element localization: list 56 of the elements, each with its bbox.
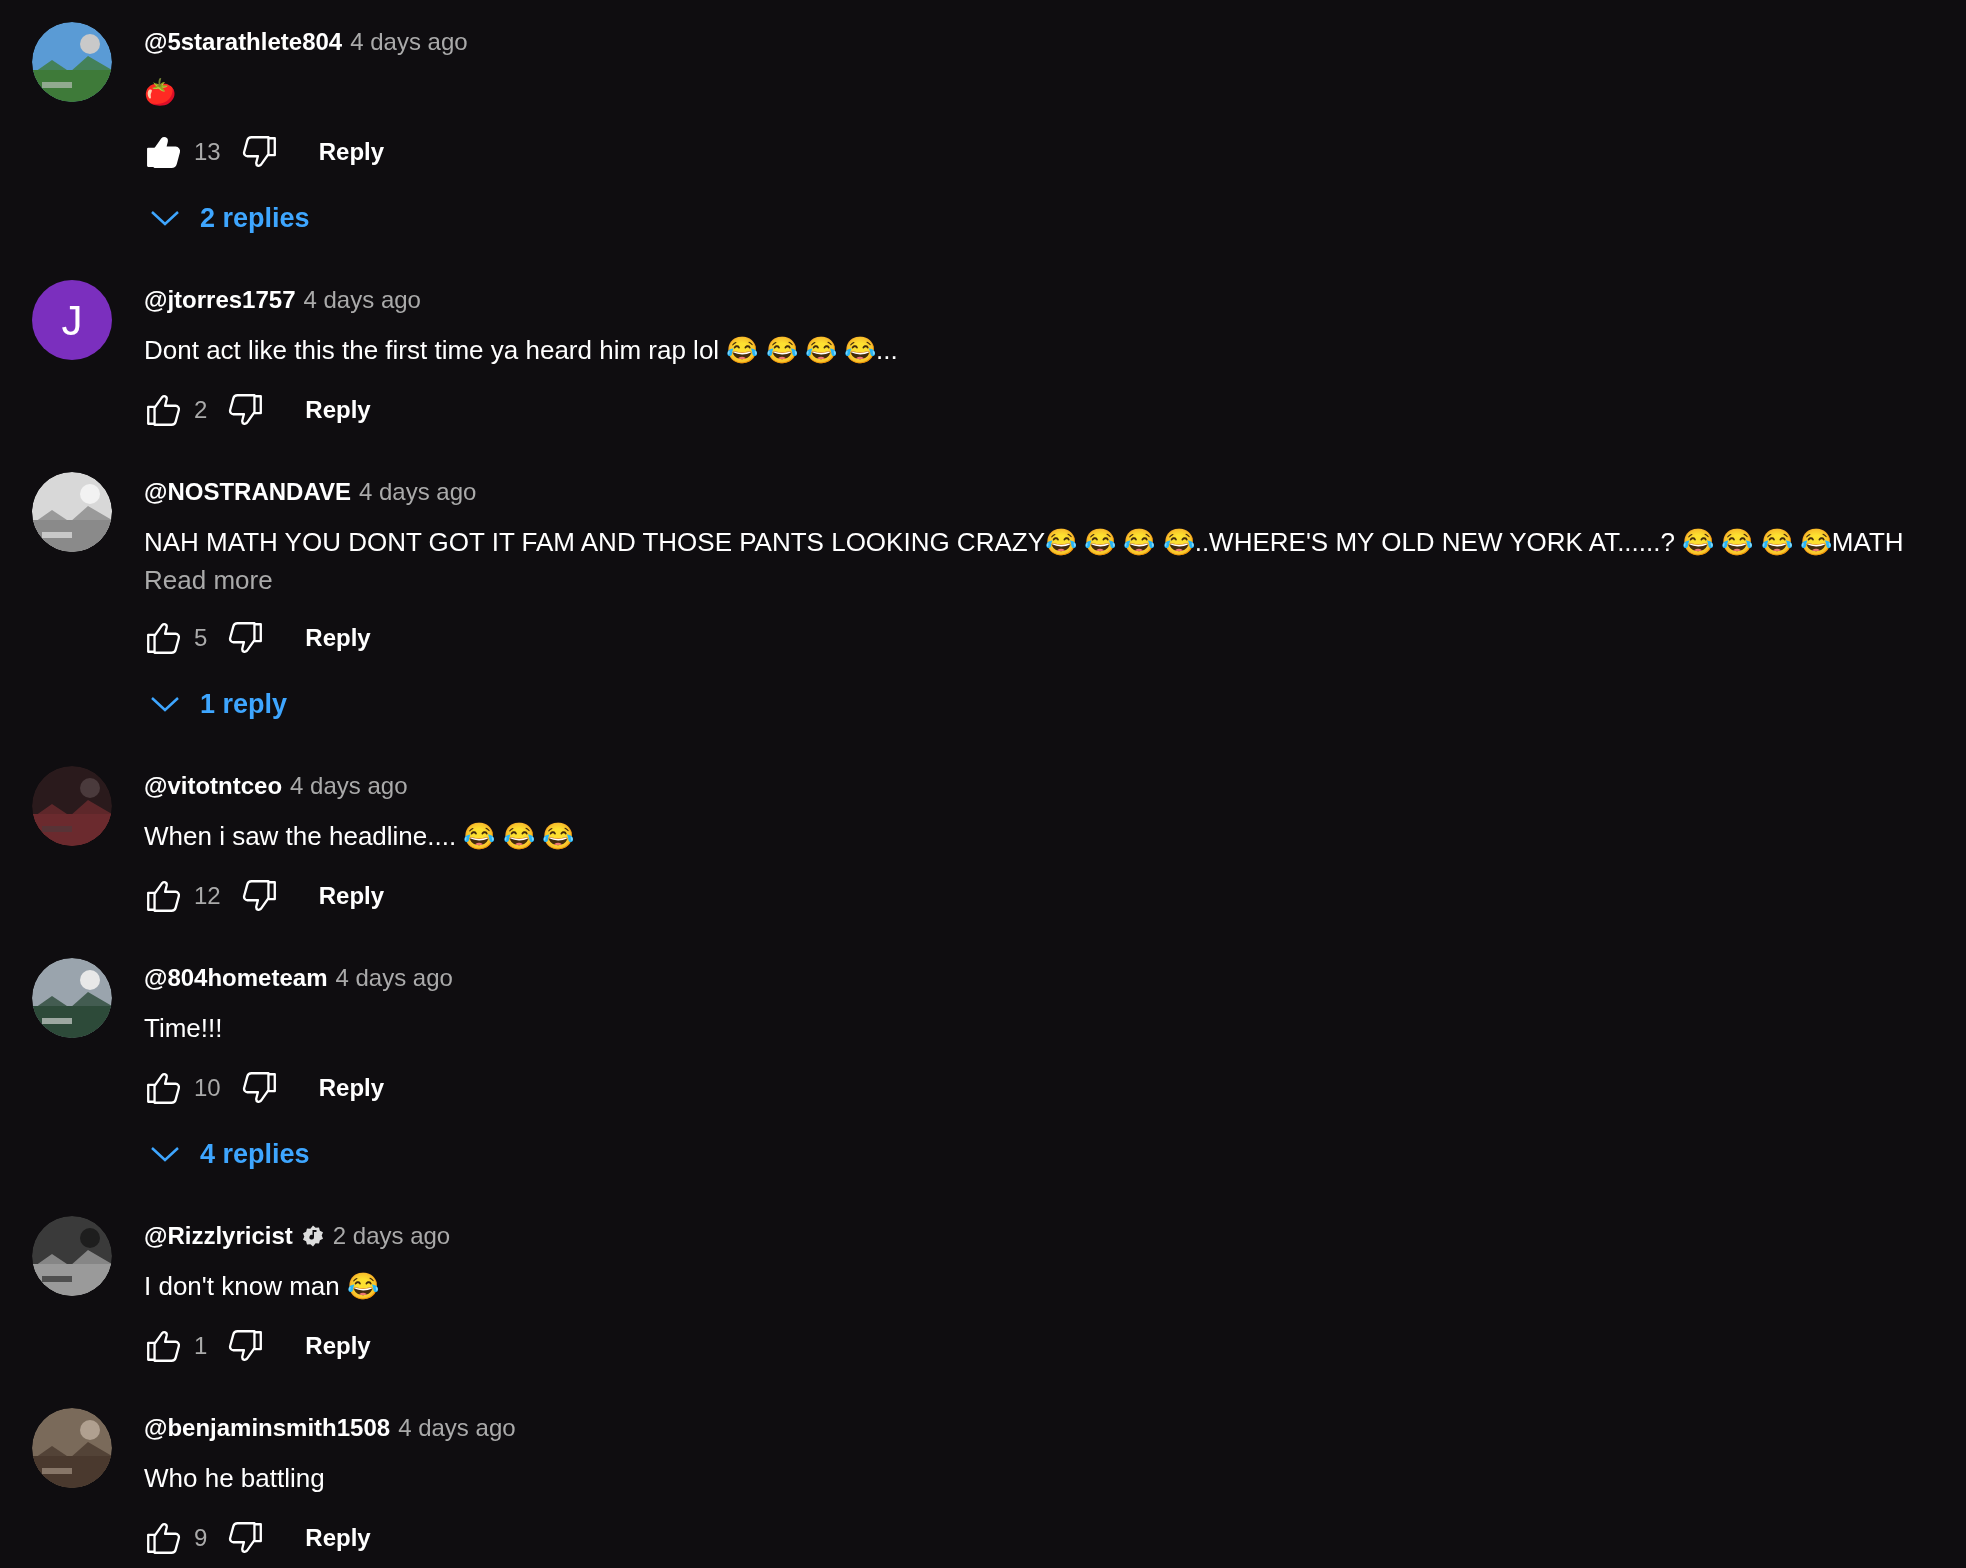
comment-author[interactable]: @vitotntceo — [144, 768, 283, 804]
comment-author[interactable]: @5starathlete804 — [144, 24, 343, 60]
comment-author[interactable]: @NOSTRANDAVE — [144, 474, 351, 510]
reply-button[interactable]: Reply — [297, 386, 379, 434]
reply-button[interactable]: Reply — [310, 128, 393, 176]
comment-text: NAH MATH YOU DONT GOT IT FAM AND THOSE PANTS LOOKING CRAZY😂 😂 😂 😂..WHERE'S MY OLD NEW YORK AT......? 😂 😂 😂 😂MATH — [144, 526, 1904, 559]
like-count: 2 — [194, 395, 208, 425]
like-icon[interactable] — [144, 878, 182, 914]
chevron-down-icon — [150, 695, 180, 713]
reply-button[interactable]: Reply — [310, 872, 393, 920]
comment-time[interactable]: 2 days ago — [332, 1218, 451, 1254]
like-icon[interactable] — [144, 1070, 182, 1106]
dislike-icon[interactable] — [240, 1070, 279, 1106]
reply-button[interactable]: Reply — [297, 1322, 379, 1370]
comment-time[interactable]: 4 days ago — [290, 768, 408, 804]
comment-author[interactable]: @jtorres1757 — [144, 282, 296, 318]
chevron-down-icon — [150, 209, 180, 227]
dislike-icon[interactable] — [240, 134, 279, 170]
read-more-link[interactable]: Read more — [144, 562, 1904, 598]
replies-toggle[interactable]: 1 reply — [144, 676, 1904, 732]
like-count: 9 — [194, 1523, 208, 1553]
like-icon[interactable] — [144, 1520, 182, 1556]
comment-time[interactable]: 4 days ago — [358, 474, 477, 510]
comment-text: 🍅 — [144, 76, 177, 109]
like-count: 10 — [194, 1073, 221, 1103]
like-count: 13 — [194, 137, 221, 167]
comment-text: Who he battling — [144, 1462, 326, 1495]
like-count: 12 — [194, 881, 221, 911]
comment-text: Dont act like this the first time ya heard him rap lol 😂 😂 😂 😂... — [144, 334, 898, 367]
like-icon[interactable] — [144, 134, 182, 170]
comment-text: When i saw the headline.... 😂 😂 😂 — [144, 820, 574, 853]
comment-time[interactable]: 4 days ago — [335, 960, 453, 996]
like-icon[interactable] — [144, 1328, 182, 1364]
replies-toggle[interactable]: 2 replies — [144, 190, 468, 246]
like-count: 5 — [194, 623, 208, 653]
reply-button[interactable]: Reply — [297, 1514, 379, 1562]
comment-text: I don't know man 😂 — [144, 1270, 380, 1303]
replies-count[interactable]: 2 replies — [200, 197, 310, 239]
comment-time[interactable]: 4 days ago — [303, 282, 421, 318]
comment-time[interactable]: 4 days ago — [398, 1410, 516, 1446]
replies-count[interactable]: 4 replies — [200, 1133, 310, 1175]
replies-toggle[interactable]: 4 replies — [144, 1126, 453, 1182]
reply-button[interactable]: Reply — [310, 1064, 393, 1112]
dislike-icon[interactable] — [240, 878, 279, 914]
like-count: 1 — [194, 1331, 208, 1361]
replies-count[interactable]: 1 reply — [200, 683, 288, 725]
chevron-down-icon — [150, 1145, 180, 1163]
reply-button[interactable]: Reply — [297, 614, 379, 662]
comment-author[interactable]: @Rizzlyricist — [144, 1218, 293, 1254]
comment-text: Time!!! — [144, 1012, 224, 1045]
comment-author[interactable]: @804hometeam — [144, 960, 328, 996]
like-icon[interactable] — [144, 620, 182, 656]
comment-time[interactable]: 4 days ago — [350, 24, 468, 60]
like-icon[interactable] — [144, 392, 182, 428]
comment-author[interactable]: @benjaminsmith1508 — [144, 1410, 391, 1446]
avatar: J — [32, 280, 112, 360]
